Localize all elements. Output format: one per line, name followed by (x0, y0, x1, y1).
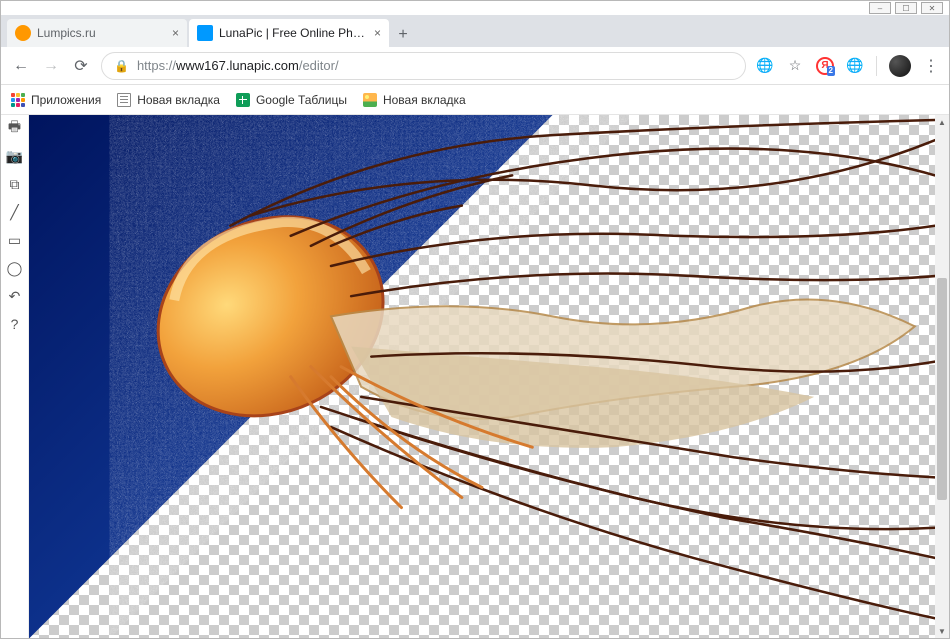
favicon-icon (197, 25, 213, 41)
favicon-icon (15, 25, 31, 41)
translate-icon[interactable]: 🌐 (756, 57, 774, 75)
browser-tab-lunapic[interactable]: LunaPic | Free Online Photo Edito × (189, 19, 389, 47)
window-titlebar: – ☐ ✕ (1, 1, 949, 15)
copy-icon[interactable]: ⧉ (6, 175, 24, 193)
globe-extension-icon[interactable]: 🌐 (846, 57, 864, 75)
profile-avatar[interactable] (889, 55, 911, 77)
edited-image (29, 115, 935, 638)
address-bar[interactable]: 🔒 https://www167.lunapic.com/editor/ (101, 52, 746, 80)
page-content: 🖶 📷 ⧉ ╱ ▭ ◯ ↶ ? (1, 115, 949, 638)
lock-icon: 🔒 (114, 59, 129, 73)
tab-title: Lumpics.ru (37, 26, 96, 40)
apps-shortcut[interactable]: Приложения (11, 93, 101, 107)
help-icon[interactable]: ? (6, 315, 24, 333)
url-text: https://www167.lunapic.com/editor/ (137, 58, 339, 73)
close-window-button[interactable]: ✕ (921, 2, 943, 14)
bookmarks-bar: Приложения Новая вкладка Google Таблицы … (1, 85, 949, 115)
editor-tools-sidebar: 🖶 📷 ⧉ ╱ ▭ ◯ ↶ ? (1, 115, 29, 638)
circle-tool-icon[interactable]: ◯ (6, 259, 24, 277)
rect-tool-icon[interactable]: ▭ (6, 231, 24, 249)
undo-icon[interactable]: ↶ (6, 287, 24, 305)
new-tab-button[interactable]: + (391, 23, 415, 47)
bookmark-item[interactable]: Google Таблицы (236, 93, 347, 107)
menu-button[interactable]: ⋮ (923, 56, 939, 76)
reload-button[interactable]: ⟳ (71, 56, 91, 76)
print-icon[interactable]: 🖶 (6, 119, 24, 137)
close-tab-icon[interactable]: × (172, 26, 179, 40)
browser-window: – ☐ ✕ Lumpics.ru × LunaPic | Free Online… (0, 0, 950, 639)
badge-count: 2 (827, 66, 835, 76)
tab-strip: Lumpics.ru × LunaPic | Free Online Photo… (1, 15, 949, 47)
url-protocol: https:// (137, 58, 176, 73)
scroll-up-arrow[interactable]: ▲ (935, 115, 949, 129)
apps-grid-icon (11, 93, 25, 107)
forward-button[interactable]: → (41, 56, 61, 76)
browser-tab-lumpics[interactable]: Lumpics.ru × (7, 19, 187, 47)
tab-title: LunaPic | Free Online Photo Edito (219, 26, 368, 40)
scroll-track[interactable] (935, 129, 949, 624)
canvas-viewport[interactable] (29, 115, 935, 638)
url-host: www167.lunapic.com (176, 58, 299, 73)
scroll-thumb[interactable] (937, 278, 947, 501)
minimize-button[interactable]: – (869, 2, 891, 14)
sheets-icon (236, 93, 250, 107)
camera-icon[interactable]: 📷 (6, 147, 24, 165)
extension-icons: 🌐 ☆ Я 2 🌐 ⋮ (756, 55, 939, 77)
maximize-button[interactable]: ☐ (895, 2, 917, 14)
bookmark-item[interactable]: Новая вкладка (363, 93, 466, 107)
document-icon (117, 93, 131, 107)
bookmark-label: Google Таблицы (256, 93, 347, 107)
close-tab-icon[interactable]: × (374, 26, 381, 40)
yandex-extension-icon[interactable]: Я 2 (816, 57, 834, 75)
scroll-down-arrow[interactable]: ▼ (935, 624, 949, 638)
line-tool-icon[interactable]: ╱ (6, 203, 24, 221)
url-path: /editor/ (299, 58, 339, 73)
vertical-scrollbar[interactable]: ▲ ▼ (935, 115, 949, 638)
bookmark-item[interactable]: Новая вкладка (117, 93, 220, 107)
bookmark-star-icon[interactable]: ☆ (786, 57, 804, 75)
bookmark-label: Приложения (31, 93, 101, 107)
address-toolbar: ← → ⟳ 🔒 https://www167.lunapic.com/edito… (1, 47, 949, 85)
back-button[interactable]: ← (11, 56, 31, 76)
bookmark-label: Новая вкладка (137, 93, 220, 107)
image-icon (363, 93, 377, 107)
bookmark-label: Новая вкладка (383, 93, 466, 107)
separator (876, 56, 877, 76)
